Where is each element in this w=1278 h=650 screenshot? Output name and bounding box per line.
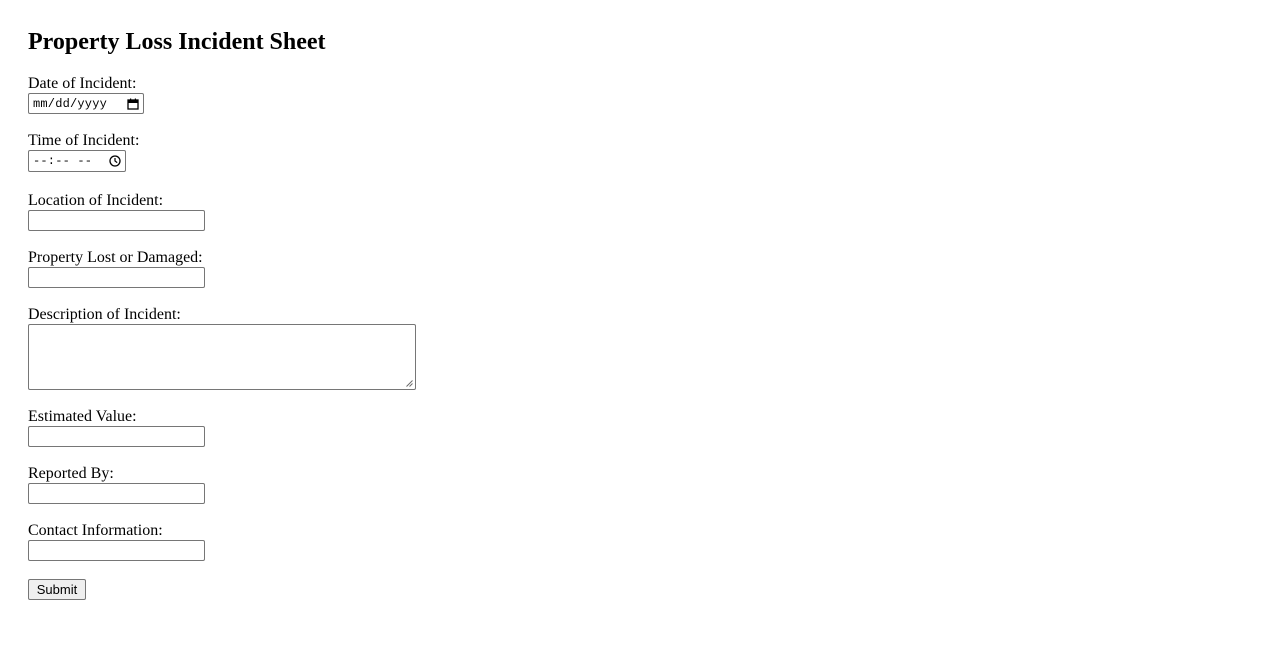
reported-by-label: Reported By: (28, 465, 114, 482)
description-label: Description of Incident: (28, 306, 181, 323)
property-field-group: Property Lost or Damaged: (28, 249, 205, 288)
time-input[interactable]: --:-- -- (28, 150, 126, 172)
page-title: Property Loss Incident Sheet (28, 29, 326, 55)
calendar-icon[interactable] (127, 98, 139, 110)
location-label: Location of Incident: (28, 192, 164, 209)
property-input[interactable] (28, 267, 205, 288)
description-textarea[interactable] (28, 324, 416, 390)
contact-field-group: Contact Information: (28, 522, 205, 561)
location-input[interactable] (28, 210, 205, 231)
submit-button[interactable]: Submit (28, 579, 86, 600)
date-field-group: Date of Incident: mm/dd/yyyy (28, 75, 144, 114)
date-input[interactable]: mm/dd/yyyy (28, 93, 144, 114)
reported-by-input[interactable] (28, 483, 205, 504)
property-label: Property Lost or Damaged: (28, 249, 203, 266)
time-field-group: Time of Incident: --:-- -- (28, 132, 139, 172)
location-field-group: Location of Incident: (28, 192, 205, 231)
estimated-value-field-group: Estimated Value: (28, 408, 205, 447)
resize-grip-icon[interactable] (406, 380, 413, 387)
estimated-value-input[interactable] (28, 426, 205, 447)
contact-label: Contact Information: (28, 522, 163, 539)
reported-by-field-group: Reported By: (28, 465, 205, 504)
time-label: Time of Incident: (28, 132, 140, 149)
date-placeholder: mm/dd/yyyy (33, 96, 108, 111)
time-placeholder: --:-- -- (33, 154, 93, 168)
clock-icon[interactable] (109, 155, 121, 167)
contact-input[interactable] (28, 540, 205, 561)
estimated-value-label: Estimated Value: (28, 408, 137, 425)
description-field-group: Description of Incident: (28, 306, 416, 390)
date-label: Date of Incident: (28, 75, 137, 92)
